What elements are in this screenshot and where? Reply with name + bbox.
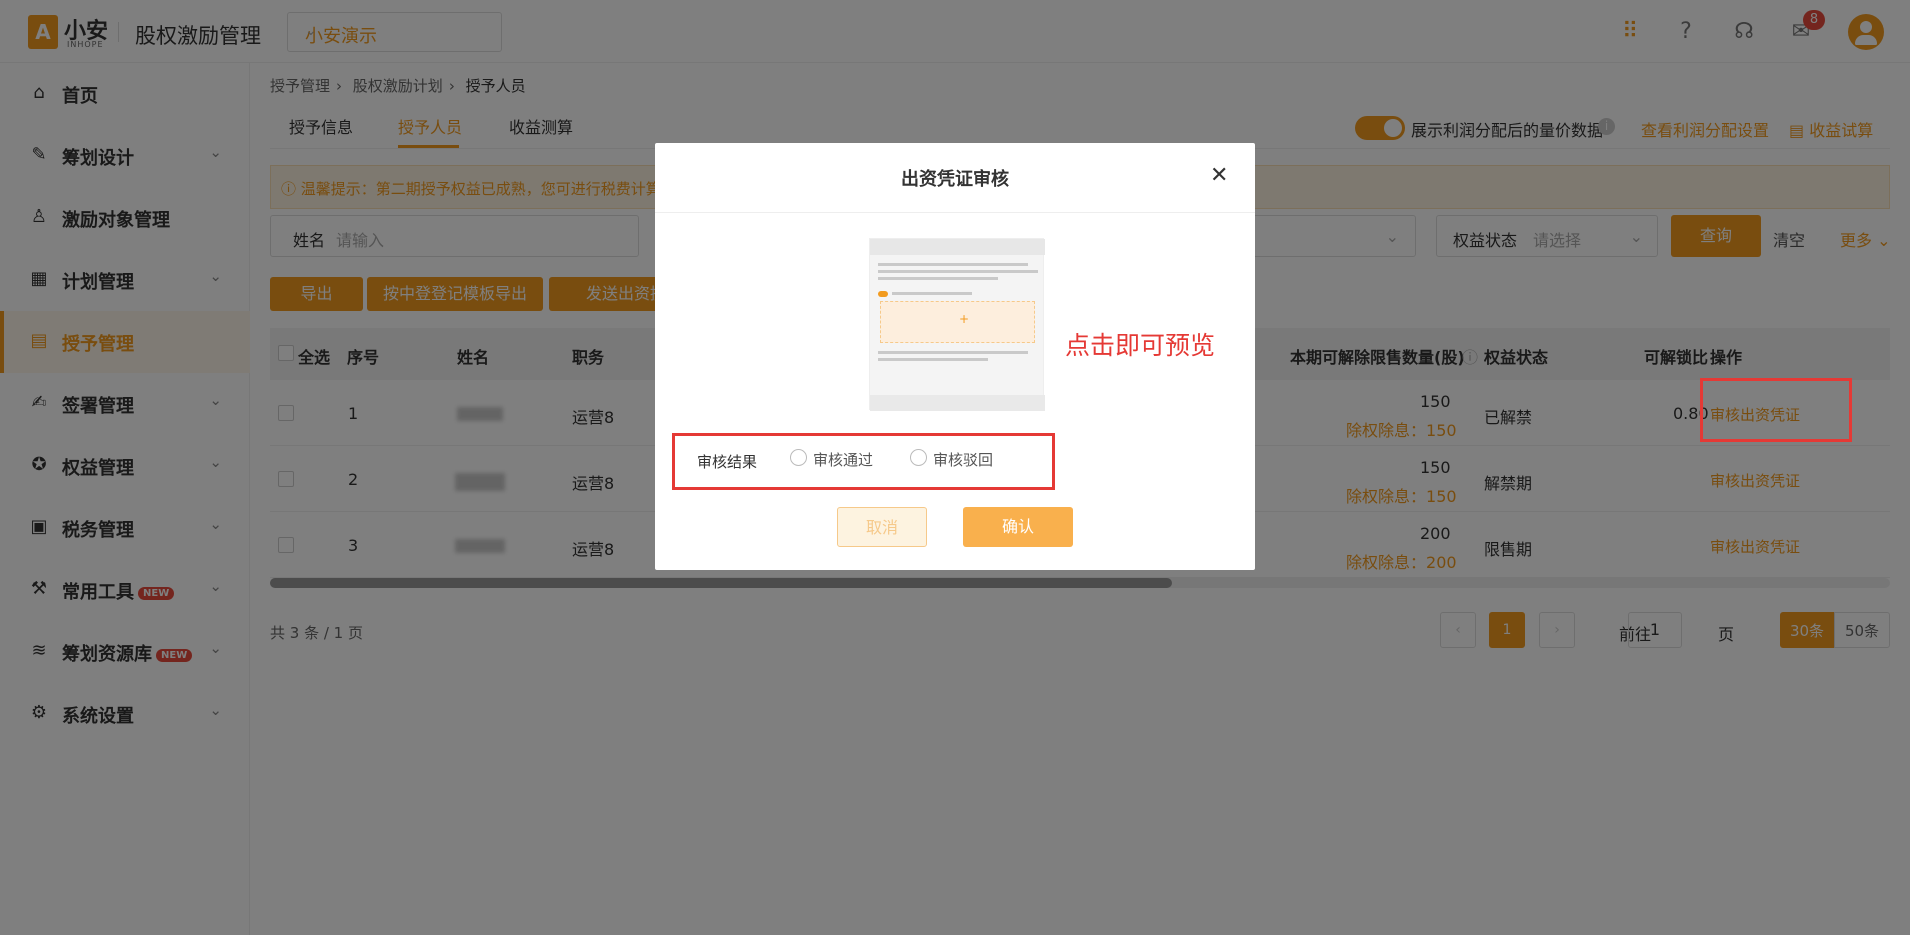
text-line	[878, 358, 988, 361]
phone-status-bar	[870, 239, 1045, 255]
radio-reject-label[interactable]: 审核驳回	[933, 449, 993, 470]
payment-proof-thumbnail[interactable]: +	[869, 238, 1045, 411]
preview-hint-annotation: 点击即可预览	[1065, 331, 1216, 360]
plus-icon: +	[959, 312, 970, 326]
radio-reject[interactable]	[910, 449, 927, 466]
dialog-title: 出资凭证审核	[901, 169, 1009, 190]
review-result-label: 审核结果	[697, 453, 758, 471]
text-line	[878, 270, 1038, 273]
radio-approve-label[interactable]: 审核通过	[813, 449, 873, 470]
text-line	[878, 263, 1028, 266]
phone-footer	[870, 395, 1045, 411]
radio-approve[interactable]	[790, 449, 807, 466]
cancel-button[interactable]: 取消	[837, 507, 927, 547]
step-dot	[878, 291, 888, 297]
upload-area: +	[880, 301, 1035, 343]
text-line	[892, 292, 972, 295]
divider	[655, 212, 1255, 213]
confirm-button[interactable]: 确认	[963, 507, 1073, 547]
highlight-box	[1700, 378, 1852, 442]
close-icon[interactable]: ✕	[1210, 163, 1228, 188]
text-line	[878, 277, 998, 280]
text-line	[878, 351, 1028, 354]
